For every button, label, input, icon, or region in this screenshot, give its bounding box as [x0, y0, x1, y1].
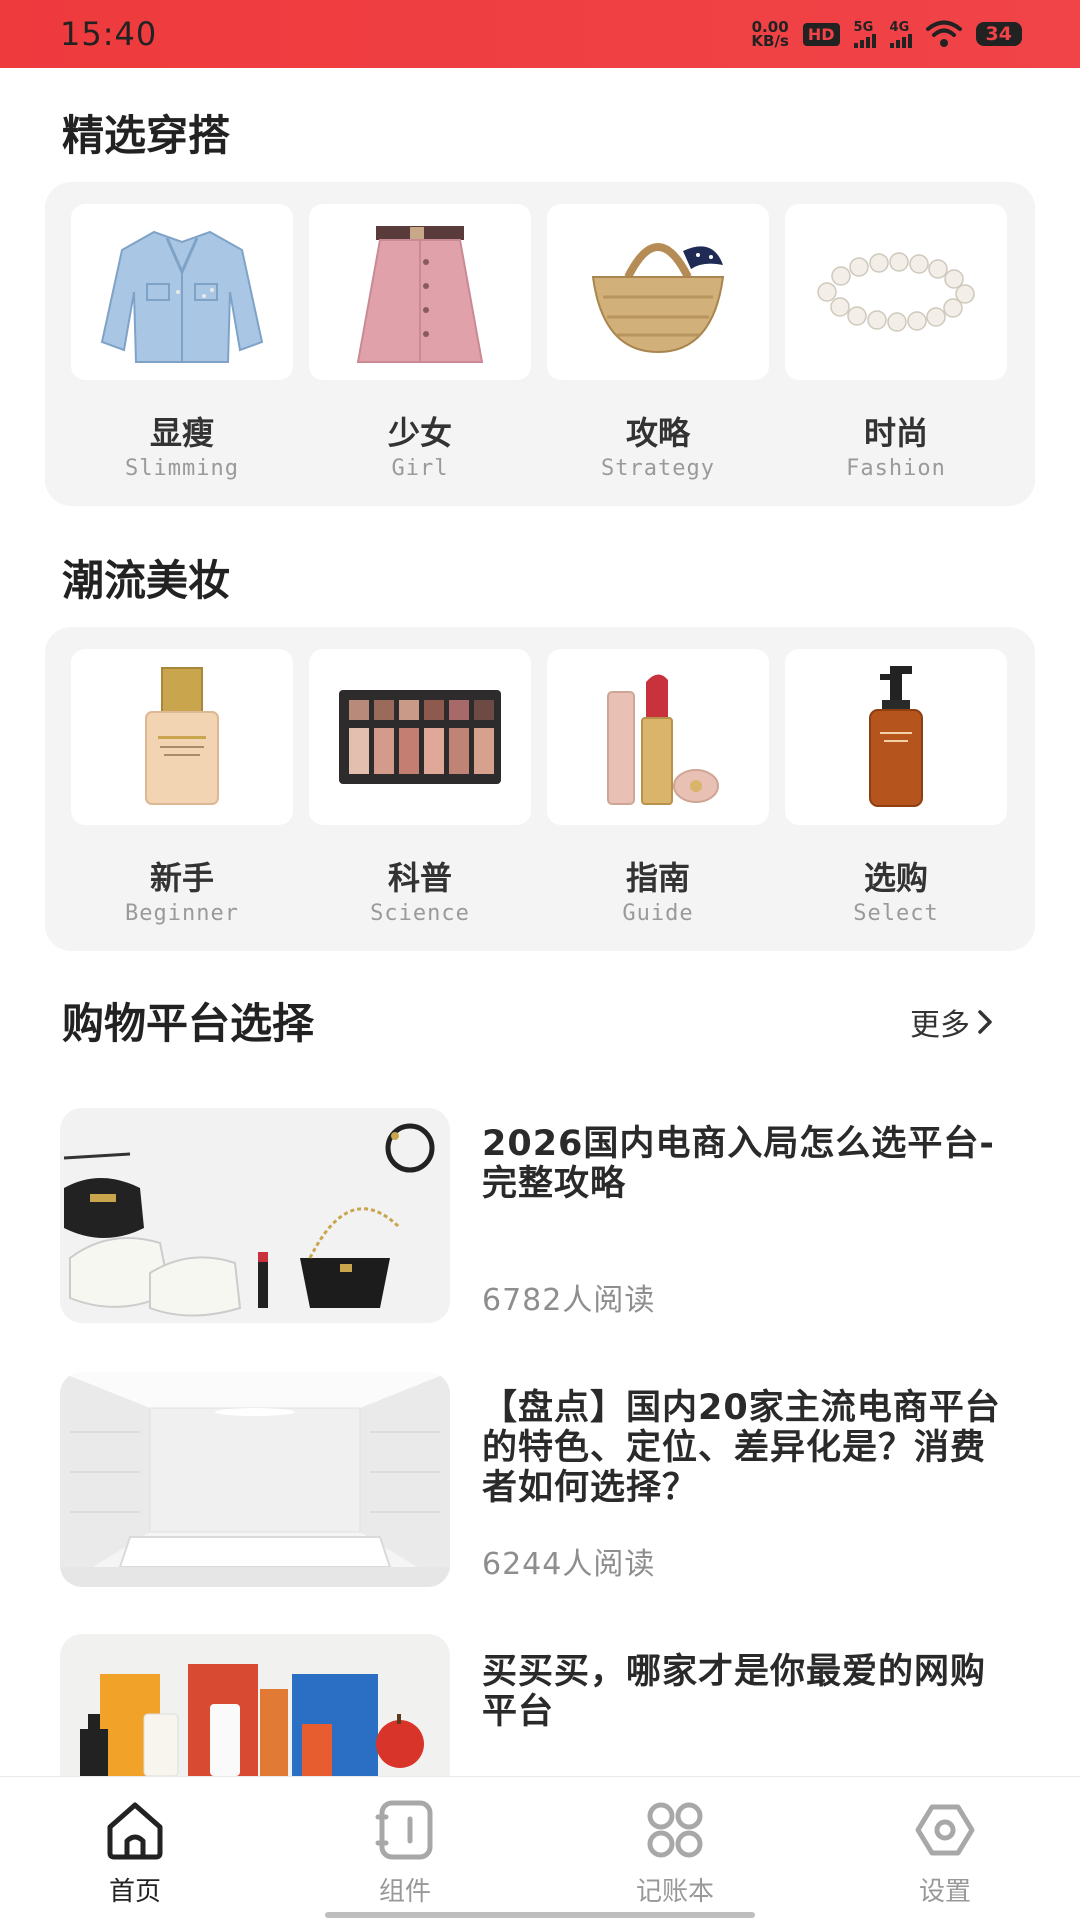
makeup-panel: 新手 Beginner 科普 Science 指南 Guide 选购 Selec… [45, 627, 1035, 951]
article-thumbnail[interactable] [60, 1108, 450, 1323]
home-indicator[interactable] [325, 1912, 755, 1918]
makeup-item-guide[interactable] [547, 649, 769, 825]
signal-4g-icon: 4G [889, 19, 912, 48]
makeup-item-title: 选购 [863, 859, 928, 897]
outfit-item-fashion[interactable] [785, 204, 1007, 380]
makeup-item-subtitle: Guide [622, 901, 694, 926]
products-still-life-image [60, 1634, 450, 1776]
outfits-panel: 显瘦 Slimming 少女 Girl 攻略 Strategy 时尚 Fashi… [45, 182, 1035, 506]
signal-4g-label: 4G [889, 19, 910, 35]
nav-label: 首页 [108, 1877, 161, 1907]
lipstick-image [607, 674, 719, 805]
article-thumbnail[interactable] [60, 1634, 450, 1776]
white-showroom-image [60, 1372, 450, 1587]
more-label: 更多 [910, 1008, 970, 1043]
makeup-item-subtitle: Select [853, 901, 939, 926]
status-bar: 15:40 0.00 KB/s HD 5G 4G 34 [0, 0, 1080, 68]
widget-icon [375, 1800, 433, 1860]
nav-label: 记账本 [635, 1877, 714, 1907]
makeup-item-beginner[interactable] [71, 649, 293, 825]
straw-bag-image [591, 243, 725, 354]
net-speed-indicator: 0.00 KB/s [751, 20, 789, 50]
makeup-item-title: 新手 [149, 859, 214, 897]
nav-label: 设置 [918, 1877, 971, 1907]
hd-icon: HD [802, 22, 840, 46]
cleansing-oil-image [869, 666, 923, 807]
pearl-bracelet-image [817, 252, 975, 332]
nav-item-settings[interactable]: 设置 [875, 1797, 1015, 1908]
article-title[interactable]: 买买买，哪家才是你最爱的网购平台 [482, 1652, 1012, 1732]
outfit-item-subtitle: Strategy [601, 456, 715, 481]
outfit-item-subtitle: Slimming [125, 456, 239, 481]
article-read-count: 6244人阅读 [482, 1547, 656, 1582]
makeup-item-subtitle: Science [370, 901, 470, 926]
outfit-item-strategy[interactable] [547, 204, 769, 380]
makeup-item-science[interactable] [309, 649, 531, 825]
outfit-item-title: 攻略 [625, 414, 690, 452]
article-title[interactable]: 【盘点】国内20家主流电商平台的特色、定位、差异化是？消费者如何选择？ [482, 1388, 1012, 1508]
nav-label: 组件 [378, 1877, 431, 1907]
fashion-flatlay-image [60, 1108, 450, 1323]
outfit-item-title: 时尚 [863, 414, 928, 452]
chevron-right-icon [978, 1010, 992, 1034]
makeup-item-subtitle: Beginner [125, 901, 239, 926]
outfit-item-title: 显瘦 [149, 414, 214, 452]
bottom-nav: 首页 组件 记账本 设置 [0, 1776, 1080, 1920]
section-title-outfits: 精选穿搭 [62, 111, 231, 160]
net-speed-unit: KB/s [751, 32, 789, 50]
status-icons: 0.00 KB/s HD 5G 4G 34 [751, 19, 1022, 50]
battery-icon: 34 [975, 22, 1022, 46]
makeup-item-title: 科普 [387, 859, 452, 897]
nav-item-widgets[interactable]: 组件 [335, 1797, 475, 1908]
more-link[interactable]: 更多 [910, 1000, 994, 1044]
signal-5g-label: 5G [853, 19, 874, 35]
signal-5g-icon: 5G [853, 19, 876, 48]
article-title[interactable]: 2026国内电商入局怎么选平台-完整攻略 [482, 1124, 1012, 1204]
nav-item-ledger[interactable]: 记账本 [605, 1797, 745, 1908]
makeup-item-select[interactable] [785, 649, 1007, 825]
article-thumbnail[interactable] [60, 1372, 450, 1587]
settings-icon [915, 1804, 975, 1856]
section-title-shopping: 购物平台选择 [62, 999, 315, 1048]
makeup-item-title: 指南 [625, 859, 690, 897]
foundation-bottle-image [145, 667, 219, 805]
article-read-count: 6782人阅读 [482, 1283, 656, 1318]
outfit-item-slimming[interactable] [71, 204, 293, 380]
outfit-item-girl[interactable] [309, 204, 531, 380]
nav-item-home[interactable]: 首页 [65, 1797, 205, 1908]
eyeshadow-palette-image [339, 690, 501, 784]
pink-skirt-image [356, 226, 484, 363]
grid-icon [647, 1802, 703, 1858]
outfit-item-subtitle: Girl [391, 456, 449, 481]
outfit-item-subtitle: Fashion [846, 456, 946, 481]
status-time: 15:40 [60, 15, 158, 53]
home-icon [107, 1802, 163, 1860]
outfit-item-title: 少女 [387, 414, 452, 452]
wifi-icon [925, 20, 962, 47]
section-title-makeup: 潮流美妆 [62, 556, 231, 605]
denim-jacket-image [100, 230, 264, 363]
